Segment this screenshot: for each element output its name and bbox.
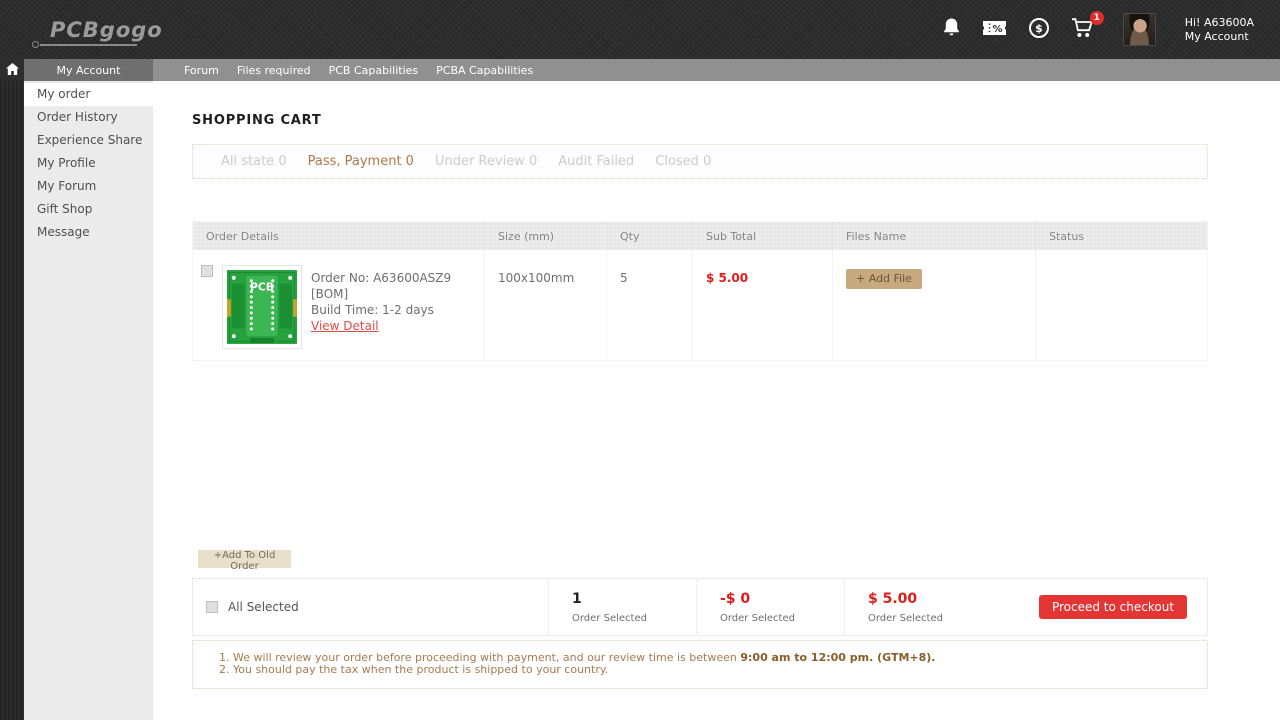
coupons-button[interactable]: % xyxy=(982,19,1007,41)
sidebar-item-order-history[interactable]: Order History xyxy=(24,106,153,129)
col-size: Size (mm) xyxy=(484,222,606,250)
tab-closed[interactable]: Closed 0 xyxy=(655,154,711,169)
tab-pass-payment[interactable]: Pass, Payment 0 xyxy=(308,154,414,169)
note-line-2: 2. You should pay the tax when the produ… xyxy=(219,664,1197,676)
sidebar-item-my-profile[interactable]: My Profile xyxy=(24,152,153,175)
tab-audit-failed[interactable]: Audit Failed xyxy=(558,154,634,169)
col-order-details: Order Details xyxy=(193,222,484,250)
tab-all-state[interactable]: All state 0 xyxy=(221,154,287,169)
tab-under-review[interactable]: Under Review 0 xyxy=(435,154,537,169)
account-sidebar: My order Order History Experience Share … xyxy=(24,81,153,720)
row-checkbox[interactable] xyxy=(201,265,213,277)
cart-count-badge: 1 xyxy=(1090,11,1104,25)
view-detail-link[interactable]: View Detail xyxy=(311,319,379,333)
selected-count-label: Order Selected xyxy=(572,613,696,624)
cart-table: Order Details Size (mm) Qty Sub Total Fi… xyxy=(192,221,1208,361)
nav-link-files-required[interactable]: Files required xyxy=(228,64,320,77)
all-selected-label: All Selected xyxy=(228,600,299,614)
review-time-bold: 9:00 am to 12:00 pm. (GTM+8). xyxy=(740,651,935,664)
pcb-silkscreen-label: PCB xyxy=(250,280,274,293)
cell-qty: 5 xyxy=(606,250,692,360)
avatar[interactable] xyxy=(1123,13,1156,46)
pcb-thumbnail[interactable]: PCB xyxy=(222,265,302,349)
pcbgogo-logo[interactable]: PCBgogo xyxy=(50,18,163,42)
selected-count-value: 1 xyxy=(572,591,696,607)
svg-text:$: $ xyxy=(1035,22,1043,35)
cart-summary-bar: All Selected 1 Order Selected -$ 0 Order… xyxy=(192,578,1208,636)
cell-size: 100x100mm xyxy=(484,250,606,360)
sidebar-item-experience-share[interactable]: Experience Share xyxy=(24,129,153,152)
total-cell: $ 5.00 Order Selected xyxy=(844,579,1039,635)
sidebar-item-my-order[interactable]: My order xyxy=(24,83,153,106)
notifications-button[interactable] xyxy=(942,17,961,42)
total-value: $ 5.00 xyxy=(868,591,1039,607)
bell-icon xyxy=(942,17,961,42)
my-account-label: My Account xyxy=(1185,30,1254,44)
sidebar-item-my-forum[interactable]: My Forum xyxy=(24,175,153,198)
sidebar-item-message[interactable]: Message xyxy=(24,221,153,244)
add-to-old-order-button[interactable]: +Add To Old Order xyxy=(198,550,291,568)
nav-link-pcb-capabilities[interactable]: PCB Capabilities xyxy=(320,64,428,77)
order-bom-tag: [BOM] xyxy=(311,286,451,302)
col-qty: Qty xyxy=(606,222,692,250)
table-row: PCB Order No: A63600ASZ9 [BOM] Build Tim… xyxy=(193,250,1207,360)
left-dark-rail xyxy=(0,81,24,720)
discount-value: -$ 0 xyxy=(720,591,844,607)
col-status: Status xyxy=(1035,222,1207,250)
main-content: SHOPPING CART All state 0 Pass, Payment … xyxy=(153,81,1280,720)
dollar-coin-icon: $ xyxy=(1028,17,1050,43)
cart-table-header: Order Details Size (mm) Qty Sub Total Fi… xyxy=(193,222,1207,250)
discount-cell: -$ 0 Order Selected xyxy=(696,579,844,635)
proceed-to-checkout-button[interactable]: Proceed to checkout xyxy=(1039,595,1187,619)
sidebar-item-gift-shop[interactable]: Gift Shop xyxy=(24,198,153,221)
main-navbar: My Account Forum Files required PCB Capa… xyxy=(0,59,1280,81)
nav-tab-my-account[interactable]: My Account xyxy=(24,59,153,81)
nav-link-pcba-capabilities[interactable]: PCBA Capabilities xyxy=(427,64,542,77)
home-button[interactable] xyxy=(0,59,24,81)
cell-status xyxy=(1035,250,1207,360)
cell-files-name: + Add File xyxy=(832,250,1035,360)
col-files-name: Files Name xyxy=(832,222,1035,250)
balance-button[interactable]: $ xyxy=(1028,17,1050,43)
total-label: Order Selected xyxy=(868,613,1039,624)
all-selected-checkbox[interactable] xyxy=(206,601,218,613)
cell-sub-total: $ 5.00 xyxy=(692,250,832,360)
selected-count-cell: 1 Order Selected xyxy=(548,579,696,635)
home-icon xyxy=(6,63,19,78)
account-greeting[interactable]: Hi! A63600A My Account xyxy=(1185,16,1254,44)
page-title: SHOPPING CART xyxy=(192,113,1208,128)
svg-text:%: % xyxy=(992,24,1002,35)
col-sub-total: Sub Total xyxy=(692,222,832,250)
add-file-button[interactable]: + Add File xyxy=(846,269,922,289)
discount-label: Order Selected xyxy=(720,613,844,624)
order-state-tabs: All state 0 Pass, Payment 0 Under Review… xyxy=(192,144,1208,179)
order-number: Order No: A63600ASZ9 xyxy=(311,270,451,286)
top-header: PCBgogo % $ xyxy=(0,0,1280,59)
cart-button[interactable]: 1 xyxy=(1071,17,1096,43)
review-notes: 1. We will review your order before proc… xyxy=(192,640,1208,689)
order-build-time: Build Time: 1-2 days xyxy=(311,302,451,318)
greeting-line: Hi! A63600A xyxy=(1185,16,1254,30)
nav-link-forum[interactable]: Forum xyxy=(175,64,228,77)
coupon-icon: % xyxy=(982,19,1007,41)
